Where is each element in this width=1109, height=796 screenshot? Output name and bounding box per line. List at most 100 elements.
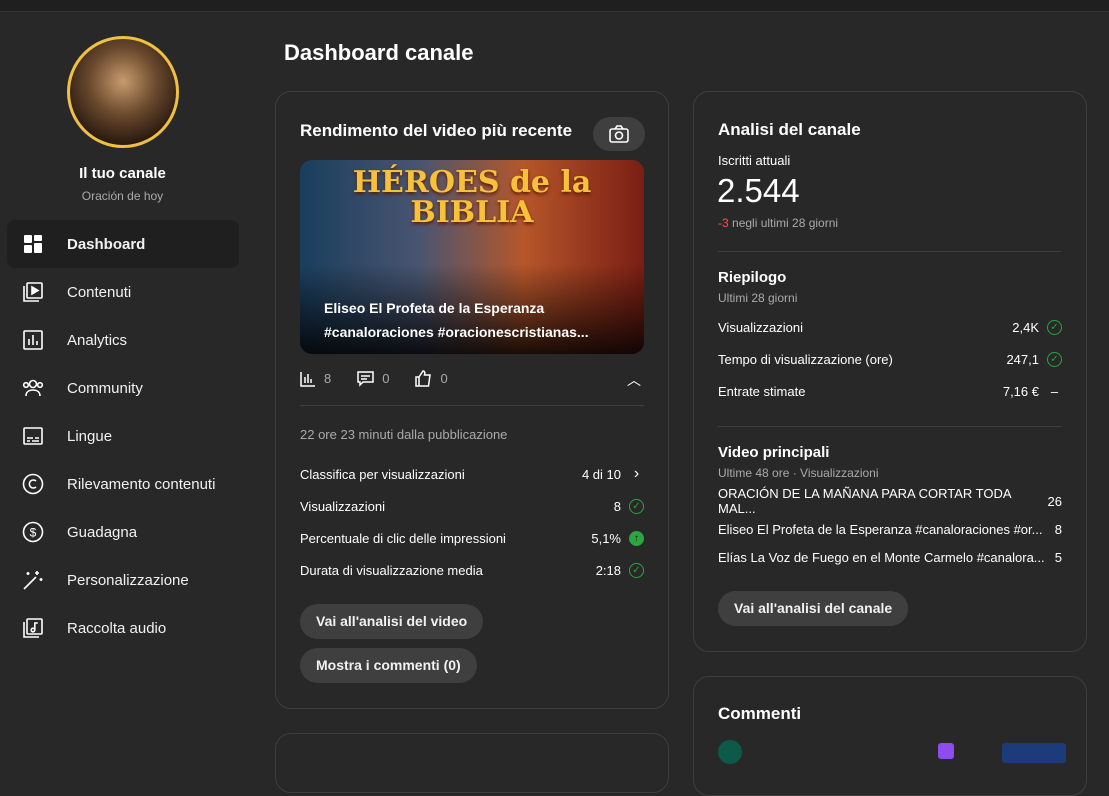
comment-badge <box>938 743 954 759</box>
top-video-views: 8 <box>1054 521 1062 537</box>
top-video-views: 26 <box>1047 493 1062 509</box>
subscribers-count: 2.544 <box>717 172 800 209</box>
summary-title: Riepilogo <box>718 269 787 286</box>
sidebar-item-personalizzazione[interactable]: Personalizzazione <box>7 556 239 604</box>
sidebar-item-rilevamento[interactable]: Rilevamento contenuti <box>7 460 239 508</box>
top-video-row[interactable]: Elías La Voz de Fuego en el Monte Carmel… <box>718 543 1062 571</box>
sidebar-item-label: Rilevamento contenuti <box>67 475 216 493</box>
top-video-title: ORACIÓN DE LA MAÑANA PARA CORTAR TODA MA… <box>718 486 1011 516</box>
summary-label: Tempo di visualizzazione (ore) <box>718 351 893 367</box>
page-title: Dashboard canale <box>284 40 474 65</box>
thumbs-up-icon <box>415 370 432 387</box>
subscribers-label: Iscritti attuali <box>718 153 791 168</box>
channel-avatar[interactable] <box>67 36 179 148</box>
sidebar-item-label: Analytics <box>67 331 128 349</box>
people-icon <box>21 376 45 400</box>
channel-title: Il tuo canale <box>79 165 166 182</box>
sidebar-item-lingue[interactable]: Lingue <box>7 412 239 460</box>
stat-value: 2:18 <box>595 562 621 578</box>
card-title: Rendimento del video più recente <box>300 121 573 140</box>
magic-wand-icon <box>21 568 45 592</box>
audio-library-icon <box>21 616 45 640</box>
comment-icon <box>357 371 374 387</box>
top-video-title: Eliseo El Profeta de la Esperanza #canal… <box>718 521 1043 537</box>
sidebar-item-label: Guadagna <box>67 523 138 541</box>
dashboard-icon <box>21 232 45 256</box>
chevron-right-icon: › <box>633 465 640 482</box>
check-circle-icon: ✓ <box>629 498 644 514</box>
subscribers-delta: -3 <box>718 216 729 230</box>
summary-row: Entrate stimate 7,16 € – <box>718 375 1062 407</box>
svg-text:$: $ <box>30 526 37 540</box>
video-thumbnail[interactable]: HÉROES de la BIBLIA Eliseo El Profeta de… <box>300 160 644 354</box>
next-card <box>275 733 669 793</box>
stat-value: 8 <box>613 498 621 514</box>
dash-icon: – <box>1050 383 1059 399</box>
collapse-chevron-icon[interactable]: ︿ <box>627 370 641 390</box>
sidebar-item-dashboard[interactable]: Dashboard <box>7 220 239 268</box>
summary-value: 247,1 <box>1006 351 1039 367</box>
video-title: Eliseo El Profeta de la Esperanza #canal… <box>324 300 589 340</box>
summary-period: Ultimi 28 giorni <box>718 291 798 305</box>
show-comments-button[interactable]: Mostra i commenti (0) <box>300 648 477 683</box>
stat-label: Durata di visualizzazione media <box>300 562 483 578</box>
sidebar: Il tuo canale Oración de hoy Dashboard C… <box>0 12 255 749</box>
sidebar-item-community[interactable]: Community <box>7 364 239 412</box>
stat-value: 5,1% <box>591 530 621 546</box>
channel-analytics-button[interactable]: Vai all'analisi del canale <box>718 591 909 626</box>
latest-video-card: Rendimento del video più recente HÉROES … <box>275 91 669 709</box>
video-library-icon <box>21 280 45 304</box>
top-video-row[interactable]: Eliseo El Profeta de la Esperanza #canal… <box>718 515 1062 543</box>
stat-row: Percentuale di clic delle impressioni 5,1… <box>300 522 644 554</box>
snapshot-button[interactable] <box>593 117 645 151</box>
summary-value: 7,16 € <box>1002 383 1039 399</box>
dollar-icon: $ <box>21 520 45 544</box>
check-circle-icon: ✓ <box>1047 319 1062 335</box>
comments-count: 0 <box>382 371 390 386</box>
check-circle-icon: ✓ <box>629 562 644 578</box>
stat-value: 4 di 10 <box>581 466 621 482</box>
top-videos-title: Video principali <box>718 444 830 461</box>
sidebar-item-label: Raccolta audio <box>67 619 167 637</box>
sidebar-item-raccolta-audio[interactable]: Raccolta audio <box>7 604 239 652</box>
sidebar-item-label: Dashboard <box>67 235 146 253</box>
views-count: 8 <box>324 371 332 386</box>
channel-name: Oración de hoy <box>81 189 164 203</box>
stat-row: Visualizzazioni 8 ✓ <box>300 490 644 522</box>
subtitles-icon <box>21 424 45 448</box>
sidebar-item-label: Lingue <box>67 427 113 445</box>
stat-row: Durata di visualizzazione media 2:18 ✓ <box>300 554 644 586</box>
sidebar-item-label: Contenuti <box>67 283 132 301</box>
thumbnail-logo: HÉROES de la BIBLIA <box>352 165 592 230</box>
comments-title: Commenti <box>718 704 802 723</box>
top-video-title: Elías La Voz de Fuego en el Monte Carmel… <box>718 549 1045 565</box>
sidebar-item-analytics[interactable]: Analytics <box>7 316 239 364</box>
summary-label: Entrate stimate <box>718 383 806 399</box>
camera-icon <box>609 125 629 143</box>
comments-card: Commenti <box>693 676 1087 796</box>
top-videos-list: ORACIÓN DE LA MAÑANA PARA CORTAR TODA MA… <box>718 486 1062 571</box>
likes-count: 0 <box>440 371 448 386</box>
sidebar-nav: Dashboard Contenuti Analytics Community … <box>7 220 239 652</box>
stat-label: Classifica per visualizzazioni <box>300 466 465 482</box>
sidebar-item-label: Community <box>67 379 143 397</box>
subscribers-delta-text: negli ultimi 28 giorni <box>732 216 839 230</box>
top-videos-period: Ultime 48 ore · Visualizzazioni <box>718 466 879 480</box>
analytics-icon <box>21 328 45 352</box>
publish-since: 22 ore 23 minuti dalla pubblicazione <box>300 427 508 442</box>
video-analytics-button[interactable]: Vai all'analisi del video <box>300 604 484 639</box>
sidebar-item-label: Personalizzazione <box>67 571 189 589</box>
sidebar-item-contenuti[interactable]: Contenuti <box>7 268 239 316</box>
top-video-row[interactable]: ORACIÓN DE LA MAÑANA PARA CORTAR TODA MA… <box>718 486 1062 516</box>
video-stats: Classifica per visualizzazioni 4 di 10 › V… <box>300 458 644 586</box>
comment-video-thumbnail[interactable] <box>1002 743 1066 763</box>
copyright-icon <box>21 472 45 496</box>
stat-label: Visualizzazioni <box>300 498 386 514</box>
stat-label: Percentuale di clic delle impressioni <box>300 530 506 546</box>
stat-row[interactable]: Classifica per visualizzazioni 4 di 10 › <box>300 458 644 490</box>
sidebar-item-guadagna[interactable]: $ Guadagna <box>7 508 239 556</box>
summary-row: Tempo di visualizzazione (ore) 247,1 ✓ <box>718 343 1062 375</box>
engagement-row: 8 0 0 <box>300 370 448 387</box>
summary-stats: Visualizzazioni 2,4K ✓ Tempo di visualizza… <box>718 311 1062 407</box>
channel-analytics-card: Analisi del canale Iscritti attuali 2.54… <box>693 91 1087 652</box>
